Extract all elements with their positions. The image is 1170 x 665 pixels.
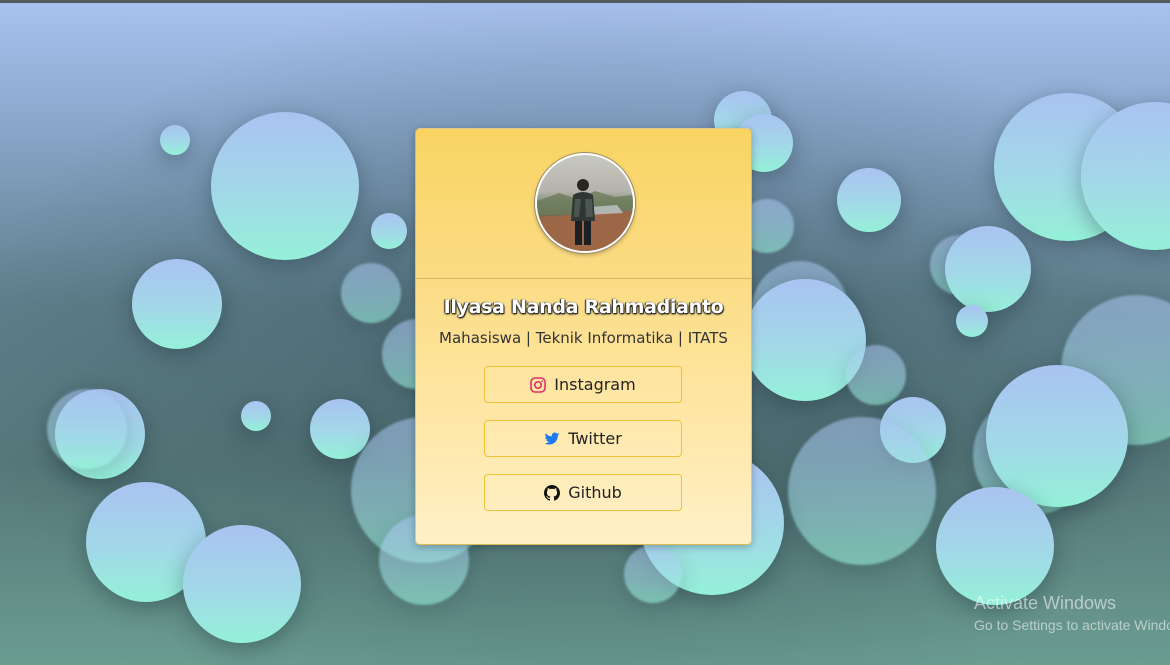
background-bubble bbox=[132, 259, 222, 349]
card-header bbox=[416, 129, 751, 279]
twitter-label: Twitter bbox=[568, 429, 622, 448]
avatar bbox=[535, 153, 635, 253]
profile-card: Ilyasa Nanda Rahmadianto Mahasiswa | Tek… bbox=[415, 128, 752, 545]
instagram-label: Instagram bbox=[554, 375, 636, 394]
background-bubble bbox=[183, 525, 301, 643]
background-bubble bbox=[341, 263, 401, 323]
background-bubble bbox=[837, 168, 901, 232]
background-bubble bbox=[47, 389, 127, 469]
background-bubble bbox=[241, 401, 271, 431]
background-bubble bbox=[936, 487, 1054, 605]
windows-activation-watermark: Activate Windows Go to Settings to activ… bbox=[974, 593, 1170, 633]
background-bubble bbox=[160, 125, 190, 155]
instagram-icon bbox=[530, 376, 547, 393]
github-icon bbox=[544, 484, 561, 501]
watermark-title: Activate Windows bbox=[974, 593, 1117, 613]
avatar-photo bbox=[537, 179, 633, 251]
profile-subtitle: Mahasiswa | Teknik Informatika | ITATS bbox=[439, 329, 728, 347]
background-bubble bbox=[956, 305, 988, 337]
twitter-link-button[interactable]: Twitter bbox=[484, 420, 682, 457]
github-label: Github bbox=[568, 483, 622, 502]
background-bubble bbox=[846, 345, 906, 405]
background-bubble bbox=[624, 545, 682, 603]
profile-name: Ilyasa Nanda Rahmadianto bbox=[443, 296, 724, 318]
background-bubble bbox=[986, 365, 1128, 507]
github-link-button[interactable]: Github bbox=[484, 474, 682, 511]
background-bubble bbox=[371, 213, 407, 249]
background-bubble bbox=[211, 112, 359, 260]
background-bubble bbox=[945, 226, 1031, 312]
background-bubble bbox=[310, 399, 370, 459]
twitter-icon bbox=[544, 431, 560, 447]
watermark-subtitle: Go to Settings to activate Windows. bbox=[974, 617, 1170, 633]
background-bubble bbox=[788, 417, 936, 565]
instagram-link-button[interactable]: Instagram bbox=[484, 366, 682, 403]
